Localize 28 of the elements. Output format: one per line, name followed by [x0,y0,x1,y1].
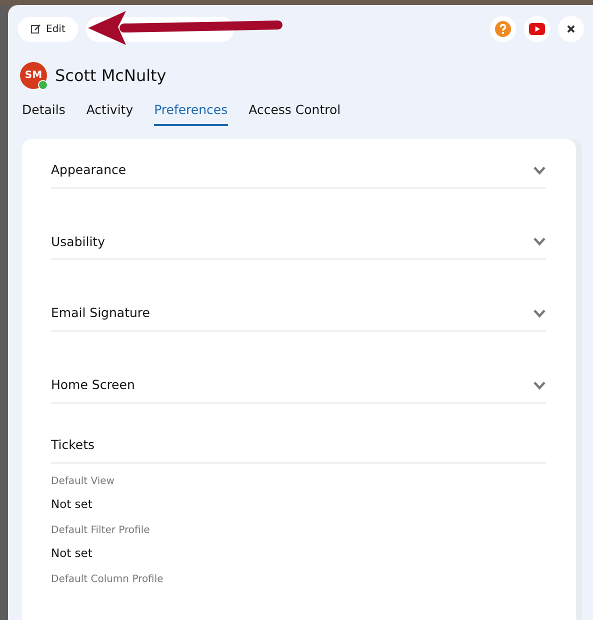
tab[interactable]: Access Control [248,101,341,126]
chevron-down-icon[interactable] [533,166,546,175]
avatar: SM [20,62,47,89]
field-value: Not set [51,496,94,512]
help-button[interactable] [490,16,516,42]
tab[interactable]: Details [22,101,66,126]
section-title[interactable]: Email Signature [51,304,150,323]
section-title[interactable]: Home Screen [51,376,135,395]
video-button[interactable] [524,16,550,42]
field-label: Default Filter Profile [51,524,151,538]
chevron-down-icon[interactable] [533,309,546,318]
field-label: Default View [51,474,116,488]
play-icon [529,23,545,35]
help-icon [495,21,511,37]
chevron-down-icon[interactable] [533,380,546,390]
field-label: Default Column Profile [51,573,164,587]
close-button[interactable] [558,16,584,42]
section-title[interactable]: Appearance [51,160,126,180]
edit-button[interactable]: Edit [18,16,78,42]
tab[interactable]: Preferences [154,101,228,126]
tab[interactable]: Activity [86,101,134,126]
section-title[interactable]: Usability [51,232,105,252]
field-value: Not set [51,544,94,562]
user-name: Scott McNulty [55,64,166,86]
chevron-down-icon[interactable] [533,237,546,246]
close-icon [567,25,575,33]
section-title: Tickets [51,436,94,454]
edit-icon [31,24,41,34]
